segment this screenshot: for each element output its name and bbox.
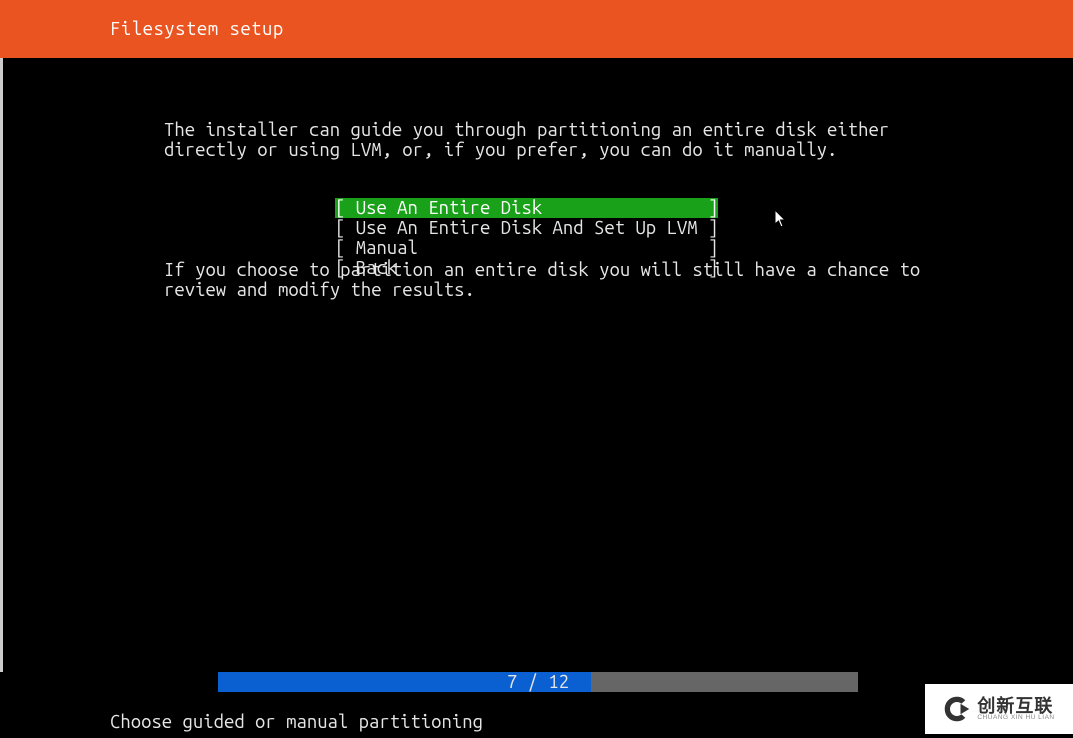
footer-hint: Choose guided or manual partitioning bbox=[110, 712, 483, 732]
left-border bbox=[0, 58, 3, 672]
watermark-logo-icon bbox=[943, 695, 971, 723]
page-title: Filesystem setup bbox=[110, 19, 284, 39]
watermark-en: CHUANG XIN HU LIAN bbox=[977, 715, 1054, 722]
progress-text: 7 / 12 bbox=[218, 672, 858, 692]
installer-header: Filesystem setup bbox=[0, 0, 1073, 58]
partition-menu: [ Use An Entire Disk ] [ Use An Entire D… bbox=[335, 198, 718, 278]
watermark: 创新互联 CHUANG XIN HU LIAN bbox=[925, 684, 1073, 734]
description-para-1: The installer can guide you through part… bbox=[164, 120, 944, 160]
menu-item-manual[interactable]: [ Manual ] bbox=[335, 238, 718, 258]
progress-bar: 7 / 12 bbox=[218, 672, 858, 692]
menu-item-use-entire-disk-lvm[interactable]: [ Use An Entire Disk And Set Up LVM ] bbox=[335, 218, 718, 238]
watermark-cn: 创新互联 bbox=[977, 697, 1054, 715]
menu-item-use-entire-disk[interactable]: [ Use An Entire Disk ] bbox=[335, 198, 718, 218]
menu-item-back[interactable]: [ Back ] bbox=[335, 258, 718, 278]
